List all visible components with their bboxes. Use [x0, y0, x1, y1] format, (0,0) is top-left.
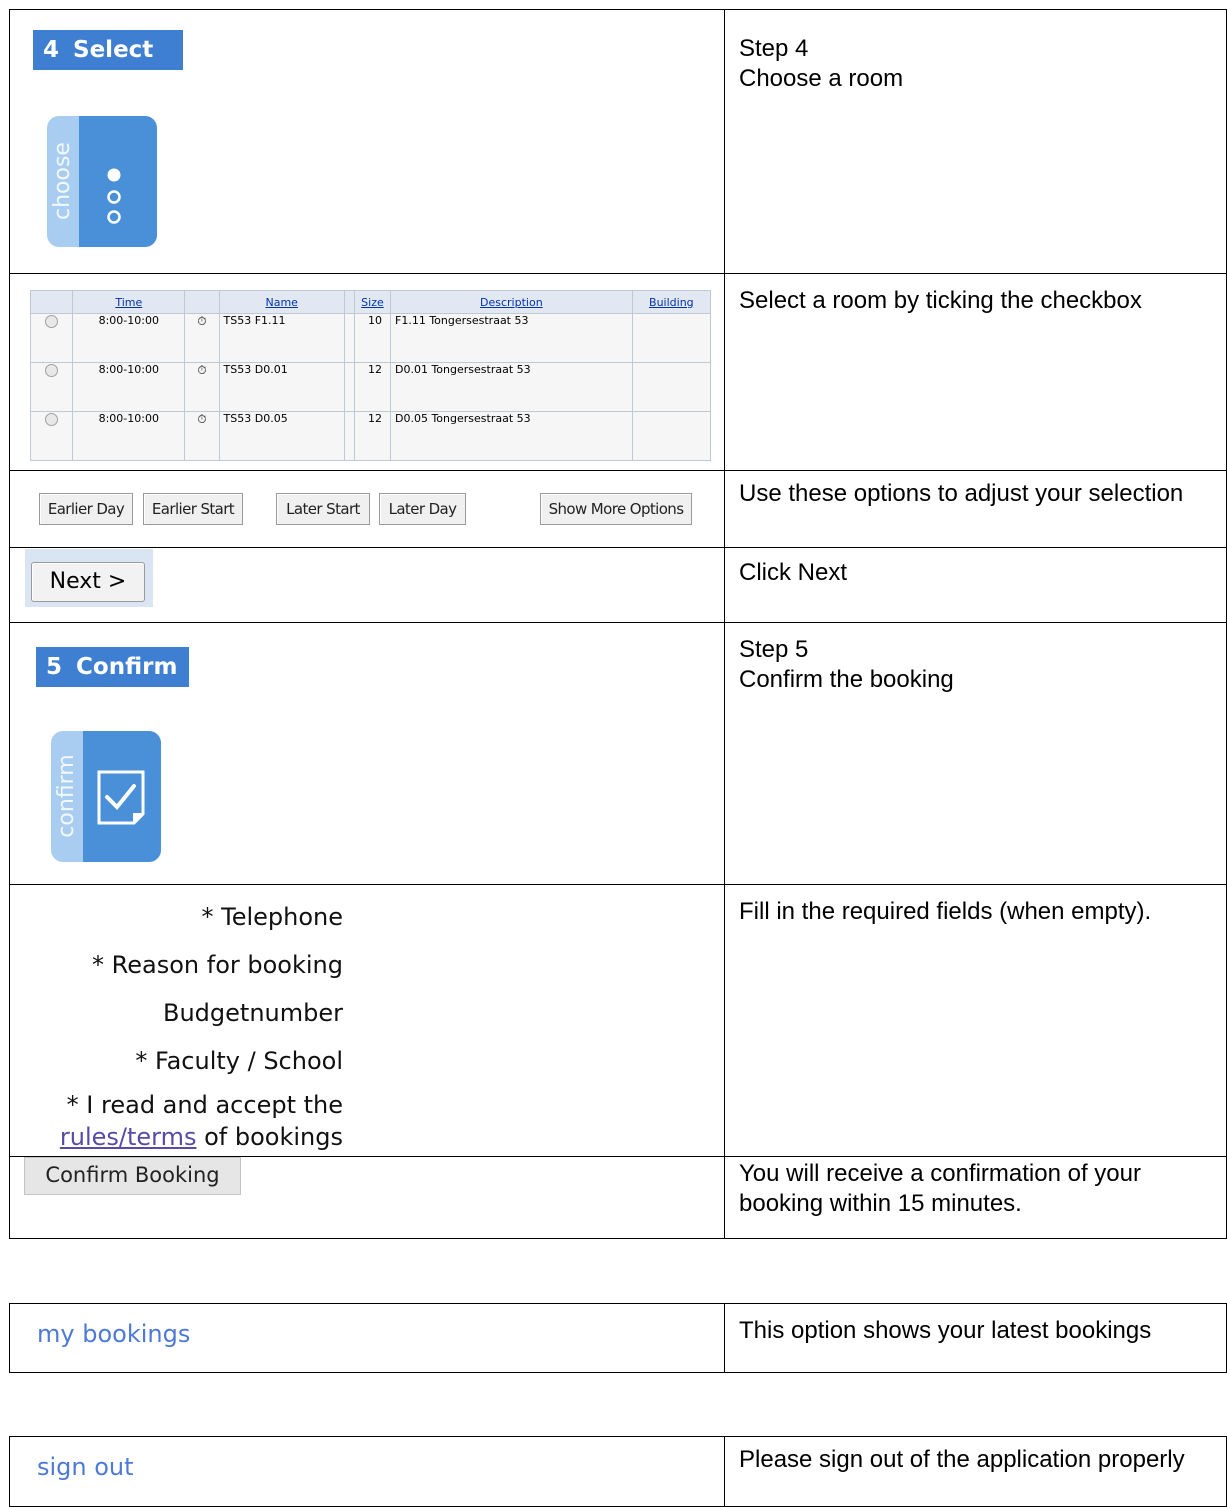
room-radio[interactable] [45, 363, 59, 377]
room-name: TS53 D0.01 [218, 362, 345, 412]
instruction-table: 4 Select choose Step 4 Choose a room Tim… [9, 9, 1227, 1239]
confirm-icon-word: confirm [54, 754, 79, 837]
room-description: D0.01 Tongersestraat 53 [390, 362, 633, 412]
clock-icon: ⏱ [197, 314, 207, 329]
my-bookings-table: my bookings This option shows your lates… [9, 1303, 1227, 1373]
accept-label-line2: rules/terms of bookings [60, 1123, 343, 1151]
choose-icon-word: choose [50, 142, 75, 220]
options-image-cell: Earlier Day Earlier Start Later Start La… [9, 470, 725, 548]
later-day-button[interactable]: Later Day [379, 493, 466, 525]
room-size: 12 [353, 411, 392, 461]
step5-desc-line2: Confirm the booking [739, 666, 954, 693]
confirm-booking-button[interactable]: Confirm Booking [24, 1157, 241, 1195]
room-name: TS53 F1.11 [218, 313, 345, 363]
col-description-header[interactable]: Description [390, 290, 633, 314]
room-radio[interactable] [45, 314, 59, 328]
earlier-day-button[interactable]: Earlier Day [39, 493, 133, 525]
sign-out-link[interactable]: sign out [37, 1453, 134, 1481]
room-time: 8:00-10:00 [72, 362, 186, 412]
reason-label: * Reason for booking [92, 951, 343, 979]
show-more-options-button[interactable]: Show More Options [540, 493, 692, 525]
step5-desc-line1: Step 5 [739, 636, 809, 663]
sign-out-image-cell: sign out [9, 1436, 725, 1507]
row-next: Next > Click Next [9, 547, 1227, 623]
my-bookings-desc: This option shows your latest bookings [739, 1317, 1152, 1344]
rooms-desc: Select a room by ticking the checkbox [739, 287, 1142, 314]
rooms-desc-cell: Select a room by ticking the checkbox [724, 273, 1227, 471]
row-form: * Telephone * Reason for booking Budgetn… [9, 884, 1227, 1157]
step5-image-cell: 5 Confirm confirm [9, 622, 725, 885]
row-my-bookings: my bookings This option shows your lates… [9, 1303, 1227, 1373]
form-desc: Fill in the required fields (when empty)… [739, 898, 1152, 925]
col-name-header[interactable]: Name [218, 290, 345, 314]
confirm-icon: confirm [50, 730, 162, 863]
confirm-desc: You will receive a confirmation of your … [739, 1160, 1141, 1217]
clock-icon: ⏱ [197, 363, 207, 378]
step4-desc-cell: Step 4 Choose a room [724, 9, 1227, 274]
confirm-image-cell: Confirm Booking [9, 1156, 725, 1239]
col-size-header[interactable]: Size [353, 290, 392, 314]
table-row: 8:00-10:00 ⏱ TS53 D0.05 12 D0.05 Tongers… [29, 411, 712, 461]
rooms-header-row: Time Name Size Description Building [29, 290, 712, 314]
sign-out-desc: Please sign out of the application prope… [739, 1446, 1185, 1473]
sign-out-desc-cell: Please sign out of the application prope… [724, 1436, 1227, 1507]
rules-terms-link[interactable]: rules/terms [60, 1123, 197, 1151]
step4-desc-line1: Step 4 [739, 35, 809, 62]
clock-icon: ⏱ [197, 412, 207, 427]
options-desc-cell: Use these options to adjust your selecti… [724, 470, 1227, 548]
room-size: 12 [353, 362, 392, 412]
rooms-table: Time Name Size Description Building 8:00… [29, 290, 712, 461]
next-desc-cell: Click Next [724, 547, 1227, 623]
row-sign-out: sign out Please sign out of the applicat… [9, 1436, 1227, 1507]
row-confirm: Confirm Booking You will receive a confi… [9, 1156, 1227, 1239]
room-name: TS53 D0.05 [218, 411, 345, 461]
room-radio[interactable] [45, 412, 59, 426]
step4-desc-line2: Choose a room [739, 65, 904, 92]
accept-label-rest: of bookings [196, 1123, 343, 1151]
rooms-image-cell: Time Name Size Description Building 8:00… [9, 273, 725, 471]
earlier-start-button[interactable]: Earlier Start [143, 493, 243, 525]
later-start-button[interactable]: Later Start [276, 493, 370, 525]
step5-title: Confirm [76, 654, 178, 680]
accept-label-line1: * I read and accept the [66, 1091, 343, 1119]
room-building [631, 411, 712, 461]
choose-icon: choose [46, 115, 158, 248]
room-time: 8:00-10:00 [72, 313, 186, 363]
my-bookings-image-cell: my bookings [9, 1303, 725, 1373]
my-bookings-link[interactable]: my bookings [37, 1320, 190, 1348]
room-time: 8:00-10:00 [72, 411, 186, 461]
step4-title: Select [73, 37, 154, 63]
next-image-cell: Next > [9, 547, 725, 623]
sign-out-table: sign out Please sign out of the applicat… [9, 1436, 1227, 1507]
step5-desc-cell: Step 5 Confirm the booking [724, 622, 1227, 885]
row-options: Earlier Day Earlier Start Later Start La… [9, 470, 1227, 548]
form-image-cell: * Telephone * Reason for booking Budgetn… [9, 884, 725, 1157]
step5-header: 5 Confirm [36, 647, 189, 687]
options-desc: Use these options to adjust your selecti… [739, 480, 1184, 507]
room-size: 10 [353, 313, 392, 363]
row-rooms: Time Name Size Description Building 8:00… [9, 273, 1227, 471]
row-step5: 5 Confirm confirm Step 5 Confirm the book… [9, 622, 1227, 885]
next-desc: Click Next [739, 559, 848, 586]
step4-number: 4 [43, 37, 60, 63]
step4-image-cell: 4 Select choose [9, 9, 725, 274]
room-description: D0.05 Tongersestraat 53 [390, 411, 633, 461]
form-desc-cell: Fill in the required fields (when empty)… [724, 884, 1227, 1157]
col-time-header[interactable]: Time [72, 290, 186, 314]
table-row: 8:00-10:00 ⏱ TS53 D0.01 12 D0.01 Tongers… [29, 362, 712, 412]
my-bookings-desc-cell: This option shows your latest bookings [724, 1303, 1227, 1373]
confirm-desc-cell: You will receive a confirmation of your … [724, 1156, 1227, 1239]
row-step4: 4 Select choose Step 4 Choose a room [9, 9, 1227, 274]
step5-number: 5 [46, 654, 63, 680]
next-button[interactable]: Next > [31, 562, 145, 602]
budget-label: Budgetnumber [163, 999, 343, 1027]
step4-header: 4 Select [33, 30, 183, 70]
col-building-header[interactable]: Building [631, 290, 712, 314]
room-building [631, 313, 712, 363]
room-building [631, 362, 712, 412]
table-row: 8:00-10:00 ⏱ TS53 F1.11 10 F1.11 Tongers… [29, 313, 712, 363]
room-description: F1.11 Tongersestraat 53 [390, 313, 633, 363]
telephone-label: * Telephone [201, 903, 343, 931]
faculty-label: * Faculty / School [135, 1047, 343, 1075]
